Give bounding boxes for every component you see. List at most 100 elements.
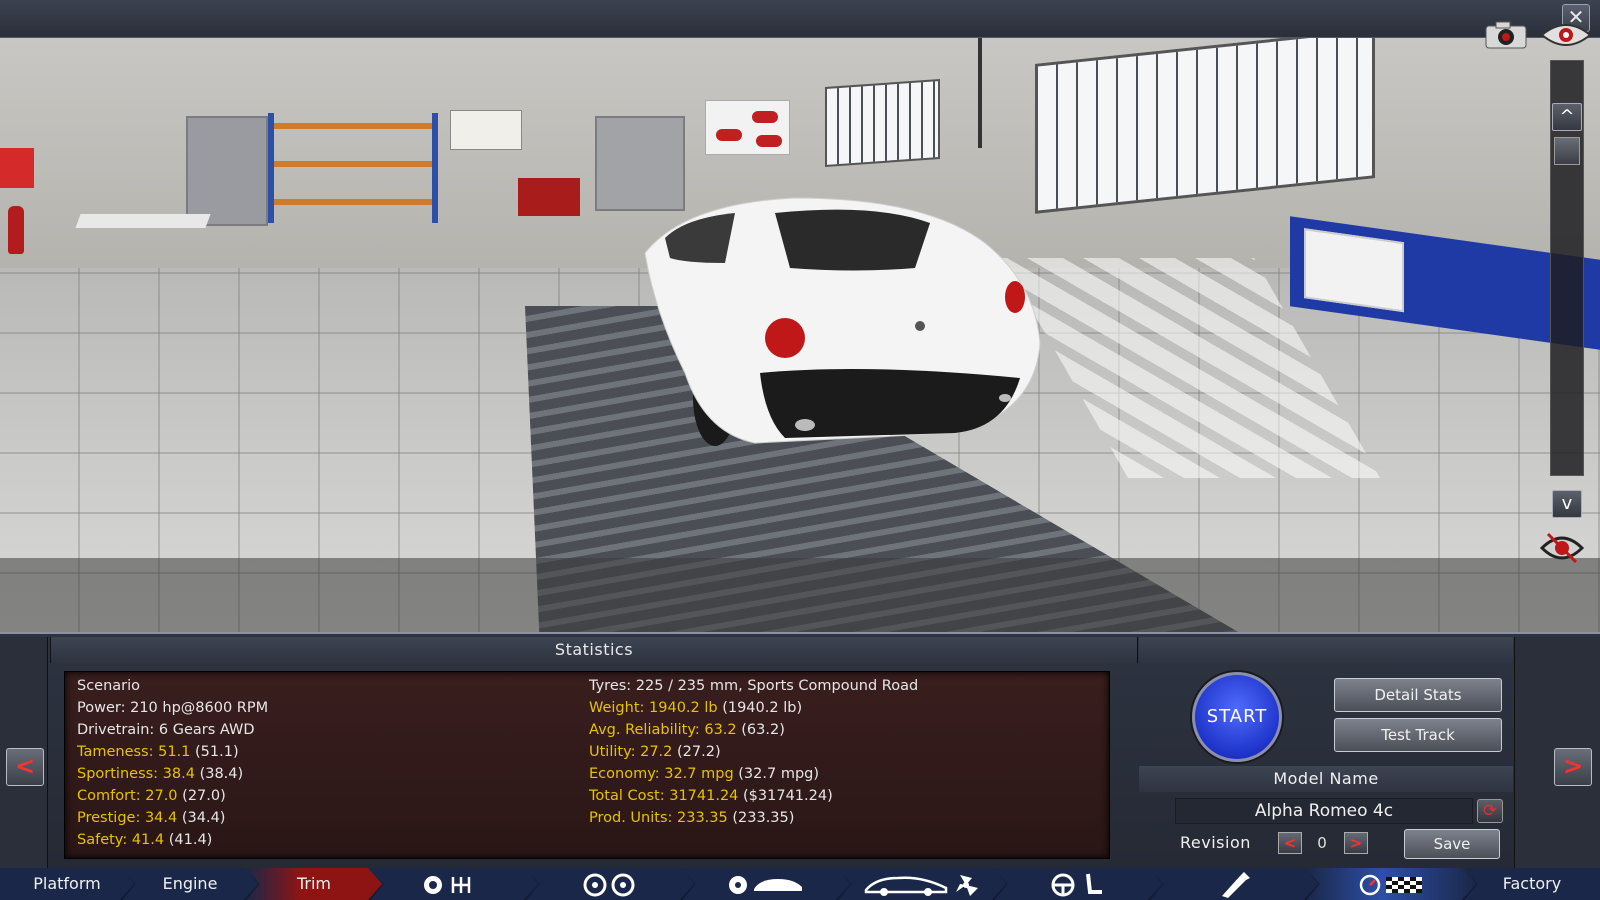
zoom-up-button[interactable]: ^ (1552, 103, 1582, 131)
nav-trim-label: Trim (296, 874, 332, 893)
actions-header (1139, 637, 1513, 663)
nav-factory[interactable]: Factory (1464, 868, 1600, 900)
nav-interior[interactable] (994, 868, 1162, 900)
stat-row: Prestige: 34.4 (34.4) (77, 810, 225, 826)
interior-icon (1048, 872, 1108, 898)
next-panel-button[interactable]: > (1554, 748, 1592, 786)
design-stage-nav: Platform Engine Trim Factory (0, 868, 1600, 900)
stat-row: Comfort: 27.0 (27.0) (77, 788, 226, 804)
stat-baseline: (38.4) (199, 766, 244, 782)
statistics-box: Scenario Power: 210 hp@8600 RPM Drivetrain… (64, 671, 1110, 859)
stat-row: Weight: 1940.2 lb (1940.2 lb) (589, 700, 802, 716)
stat-row: Power: 210 hp@8600 RPM (77, 700, 268, 716)
stat-baseline: ($31741.24) (743, 788, 833, 804)
eye-icon[interactable] (1540, 20, 1592, 50)
stat-key: Drivetrain: (77, 722, 155, 738)
stat-value: 63.2 (704, 722, 737, 738)
chevron-right-icon: > (1562, 752, 1584, 780)
nav-tuning[interactable] (1150, 868, 1318, 900)
nav-platform-label: Platform (33, 874, 101, 893)
refresh-name-button[interactable]: ⟳ (1477, 799, 1503, 823)
whiteboard (450, 110, 522, 150)
stat-value: 41.4 (131, 832, 165, 848)
fire-extinguisher (8, 206, 24, 254)
title-bar: ✕ (0, 0, 1600, 38)
stat-value: 27.2 (640, 744, 673, 760)
model-name-input[interactable] (1175, 798, 1473, 824)
model-name-label: Model Name (1139, 766, 1513, 792)
stat-key: Prestige: (77, 810, 141, 826)
reset-view-icon[interactable] (1538, 528, 1586, 568)
stat-key: Sportiness: (77, 766, 159, 782)
viewport-shade (0, 558, 1600, 632)
stat-key: Scenario (77, 678, 141, 694)
nav-gearbox[interactable] (370, 868, 538, 900)
stat-row: Scenario (77, 678, 140, 694)
stat-value: 38.4 (162, 766, 195, 782)
nav-trim[interactable]: Trim (246, 868, 382, 900)
nav-testing[interactable] (1306, 868, 1476, 900)
stat-row: Tameness: 51.1 (51.1) (77, 744, 239, 760)
stat-baseline: (233.35) (732, 810, 795, 826)
stat-baseline: (41.4) (168, 832, 213, 848)
nav-body[interactable] (682, 868, 850, 900)
stat-row: Utility: 27.2 (27.2) (589, 744, 721, 760)
zoom-down-button[interactable]: v (1552, 490, 1582, 518)
garage-window-small (825, 78, 940, 168)
testing-icon (1356, 873, 1426, 897)
chevron-left-icon: < (14, 752, 36, 780)
stat-key: Tameness: (77, 744, 154, 760)
stat-key: Avg. Reliability: (589, 722, 700, 738)
stat-value: 32.7 mpg (664, 766, 734, 782)
stat-key: Comfort: (77, 788, 141, 804)
stat-row: Prod. Units: 233.35 (233.35) (589, 810, 794, 826)
stat-baseline: (51.1) (195, 744, 239, 760)
stat-key: Utility: (589, 744, 636, 760)
revision-label: Revision (1180, 833, 1251, 852)
stat-baseline: (34.4) (181, 810, 226, 826)
stat-key: Economy: (589, 766, 660, 782)
nav-wheels[interactable] (526, 868, 694, 900)
aero-icon (862, 872, 982, 898)
camera-icon[interactable] (1482, 20, 1530, 50)
nav-platform[interactable]: Platform (0, 868, 134, 900)
start-button[interactable]: START (1192, 672, 1282, 762)
body-icon (726, 873, 806, 897)
wall-pipe (978, 38, 982, 148)
zoom-scroll-thumb[interactable] (1554, 137, 1580, 165)
app-root: ✕ ^ v < > Statistics Scenario Power: 210… (0, 0, 1600, 900)
car-model[interactable] (625, 193, 1065, 463)
revision-prev-button[interactable]: < (1278, 832, 1302, 854)
test-track-button[interactable]: Test Track (1334, 718, 1502, 752)
stat-baseline: (27.2) (677, 744, 721, 760)
stat-value: 31741.24 (669, 788, 739, 804)
garage-viewport[interactable] (0, 38, 1600, 632)
chevron-up-icon: ^ (1559, 106, 1575, 127)
revision-value: 0 (1317, 834, 1327, 852)
stat-value: 225 / 235 mm, Sports Compound Road (635, 678, 919, 694)
revision-next-button[interactable]: > (1344, 832, 1368, 854)
red-toolbox (518, 178, 580, 216)
bottom-panel: < > Statistics Scenario Power: 210 hp@860… (0, 632, 1600, 870)
wheels-icon (580, 873, 640, 897)
stat-value: 210 hp@8600 RPM (130, 700, 269, 716)
nav-aero[interactable] (838, 868, 1006, 900)
stat-value: 34.4 (144, 810, 178, 826)
nav-engine[interactable]: Engine (122, 868, 258, 900)
stat-row: Drivetrain: 6 Gears AWD (77, 722, 255, 738)
refresh-icon: ⟳ (1482, 801, 1498, 821)
nav-factory-label: Factory (1502, 874, 1562, 893)
prev-panel-button[interactable]: < (6, 748, 44, 786)
car-poster (705, 100, 790, 155)
chevron-down-icon: v (1561, 493, 1573, 514)
stat-row: Sportiness: 38.4 (38.4) (77, 766, 243, 782)
stat-baseline: (27.0) (182, 788, 226, 804)
stat-value: 6 Gears AWD (158, 722, 255, 738)
stat-value: 51.1 (158, 744, 191, 760)
stat-row: Avg. Reliability: 63.2 (63.2) (589, 722, 785, 738)
garage-door-left (186, 116, 268, 226)
stat-key: Prod. Units: (589, 810, 673, 826)
workbench (75, 214, 211, 228)
detail-stats-button[interactable]: Detail Stats (1334, 678, 1502, 712)
save-button[interactable]: Save (1404, 829, 1500, 859)
